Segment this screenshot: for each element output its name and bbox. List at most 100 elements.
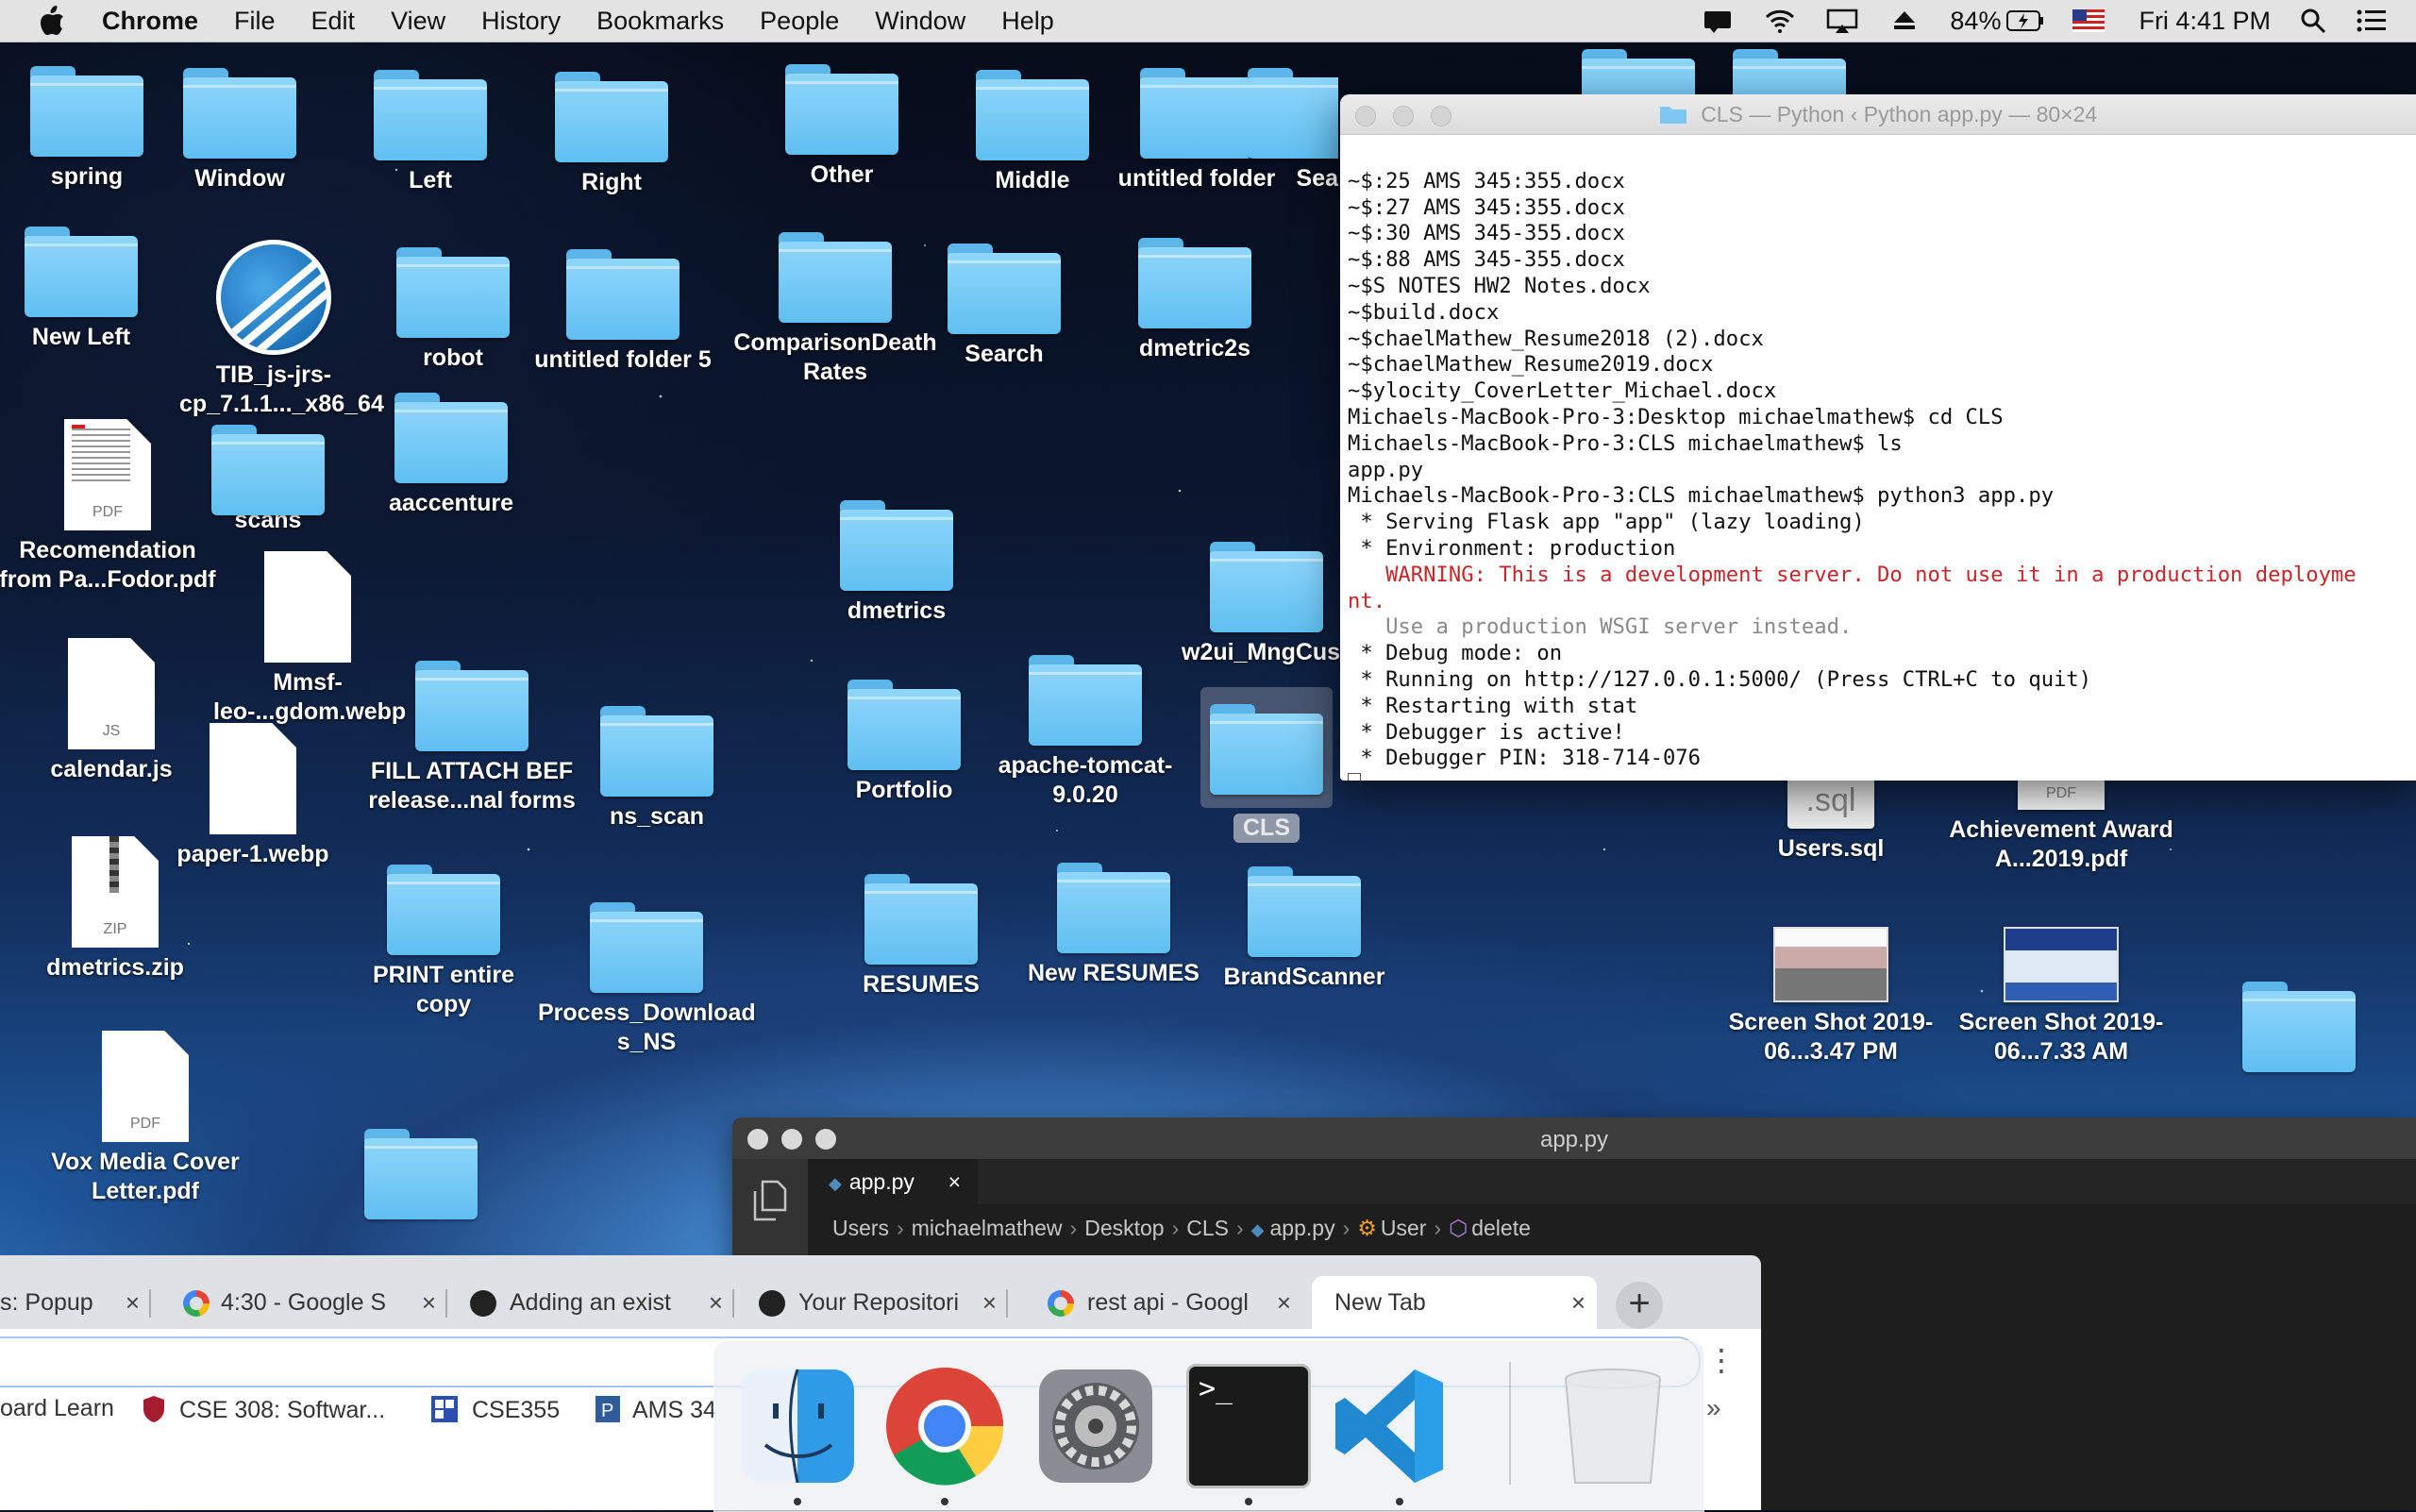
desktop-file-dmetrics-zip[interactable]: ZIP dmetrics.zip	[21, 836, 210, 983]
system-preferences-icon[interactable]	[1033, 1364, 1158, 1488]
desktop-folder-window[interactable]: Window	[145, 68, 334, 193]
folder-icon	[415, 661, 528, 751]
chrome-menu-button[interactable]: ⋮	[1706, 1342, 1736, 1378]
desktop-folder-w2ui[interactable]: w2ui_MngCusto r	[1182, 542, 1351, 676]
desktop-folder-dmetrics[interactable]: dmetrics	[802, 500, 991, 626]
desktop-folder-print-entire[interactable]: PRINT entire copy	[349, 865, 538, 1019]
chrome-tab[interactable]: rest api - Googl ×	[1029, 1276, 1302, 1329]
breadcrumb-item[interactable]: delete	[1471, 1216, 1531, 1240]
chrome-icon[interactable]	[882, 1364, 1007, 1488]
desktop-folder-ns-scan[interactable]: ns_scan	[562, 706, 751, 832]
new-tab-button[interactable]: +	[1616, 1282, 1663, 1329]
menu-people[interactable]: People	[760, 7, 839, 36]
folder-icon	[600, 706, 713, 797]
breadcrumb-item[interactable]: User	[1381, 1216, 1427, 1240]
desktop-file-achievement-pdf[interactable]: PDF Achievement Award A...2019.pdf	[1948, 772, 2174, 874]
us-flag-icon[interactable]	[2072, 9, 2106, 32]
menu-edit[interactable]: Edit	[311, 7, 356, 36]
close-tab-button[interactable]: ×	[422, 1276, 436, 1329]
bookmark-item[interactable]: oard Learn	[0, 1395, 114, 1422]
tab-close-button[interactable]: ×	[948, 1159, 961, 1204]
battery-icon[interactable]	[2006, 10, 2044, 31]
breadcrumb-item[interactable]: app.py	[1270, 1216, 1335, 1240]
desktop-folder-left[interactable]: Left	[336, 70, 525, 195]
menu-window[interactable]: Window	[875, 7, 965, 36]
close-tab-button[interactable]: ×	[126, 1276, 140, 1329]
desktop-folder-other[interactable]: Other	[747, 64, 936, 190]
airplay-icon[interactable]	[1825, 8, 1859, 34]
close-tab-button[interactable]: ×	[982, 1276, 997, 1329]
wifi-icon[interactable]	[1763, 8, 1797, 34]
icon-label: dmetrics.zip	[46, 954, 184, 981]
desktop-folder-portfolio[interactable]: Portfolio	[810, 680, 998, 805]
desktop-folder-right-partial[interactable]	[2205, 982, 2393, 1072]
terminal-window[interactable]: CLS — Python ‹ Python app.py — 80×24 ~$:…	[1340, 94, 2416, 781]
notification-center-icon[interactable]	[2356, 8, 2388, 34]
menu-help[interactable]: Help	[1001, 7, 1054, 36]
desktop-folder-scans[interactable]: scans	[174, 425, 362, 535]
desktop-folder-middle[interactable]: Middle	[938, 70, 1127, 195]
desktop-file-vox-media-pdf[interactable]: PDF Vox Media Cover Letter.pdf	[23, 1031, 268, 1206]
trash-icon[interactable]	[1551, 1364, 1675, 1488]
desktop-folder-right[interactable]: Right	[517, 72, 706, 197]
eject-icon[interactable]	[1888, 8, 1921, 34]
desktop-folder-search-partial[interactable]: Sea	[1248, 68, 1338, 193]
battery-percent[interactable]: 84%	[1950, 7, 2001, 36]
icon-label: Screen Shot 2019-06...3.47 PM	[1728, 1009, 1934, 1065]
chrome-tab[interactable]: Adding an exist ×	[449, 1276, 734, 1329]
desktop-folder-dmetric2s[interactable]: dmetric2s	[1100, 238, 1289, 363]
terminal-app-icon[interactable]: >_	[1186, 1364, 1311, 1488]
desktop-file-users-sql[interactable]: .sql Users.sql	[1736, 772, 1925, 864]
chrome-tab[interactable]: s: Popup ×	[0, 1276, 151, 1329]
menu-file[interactable]: File	[234, 7, 276, 36]
breadcrumb-item[interactable]: Users	[832, 1216, 889, 1240]
desktop-folder-brandscanner[interactable]: BrandScanner	[1210, 866, 1399, 992]
icon-label: Other	[810, 161, 874, 188]
desktop-folder-untitled-5[interactable]: untitled folder 5	[528, 249, 717, 375]
bookmarks-overflow-button[interactable]: »	[1706, 1393, 1721, 1423]
terminal-output[interactable]: ~$:25 AMS 345:355.docx ~$:27 AMS 345:355.…	[1340, 135, 2416, 781]
menu-app-name[interactable]: Chrome	[102, 7, 198, 36]
desktop-folder-search[interactable]: Search	[910, 244, 1099, 369]
spotlight-search-icon[interactable]	[2299, 7, 2327, 35]
terminal-line: ~$:27 AMS 345:355.docx	[1348, 194, 1625, 220]
tab-app-py[interactable]: ◆ app.py ×	[808, 1159, 978, 1204]
explorer-icon[interactable]	[751, 1180, 789, 1221]
breadcrumb-item[interactable]: Desktop	[1084, 1216, 1164, 1240]
vscode-titlebar[interactable]: app.py	[732, 1117, 2416, 1159]
desktop-folder-robot[interactable]: robot	[359, 247, 547, 373]
chrome-tab-active[interactable]: New Tab ×	[1312, 1276, 1597, 1329]
bookmark-item[interactable]: CSE355	[430, 1395, 560, 1424]
desktop-folder-apache-tomcat[interactable]: apache-tomcat-9.0.20	[991, 655, 1180, 810]
desktop-folder-new-left[interactable]: New Left	[0, 227, 176, 352]
bookmark-item[interactable]: CSE 308: Softwar...	[142, 1395, 385, 1424]
close-tab-button[interactable]: ×	[1571, 1276, 1586, 1329]
close-tab-button[interactable]: ×	[709, 1276, 723, 1329]
finder-icon[interactable]	[735, 1364, 860, 1488]
desktop-folder-process-downloads[interactable]: Process_Download s_NS	[538, 902, 756, 1057]
desktop-folder-fill-attach[interactable]: FILL ATTACH BEF release...nal forms	[359, 661, 585, 815]
menu-bookmarks[interactable]: Bookmarks	[596, 7, 724, 36]
chrome-tab[interactable]: Your Repositori ×	[738, 1276, 1008, 1329]
menu-clock[interactable]: Fri 4:41 PM	[2139, 7, 2271, 36]
desktop-folder-cls-selected[interactable]: CLS	[1191, 687, 1342, 843]
chrome-tab[interactable]: 4:30 - Google S ×	[162, 1276, 447, 1329]
vscode-icon[interactable]	[1328, 1364, 1452, 1488]
desktop-folder-partial[interactable]	[327, 1129, 515, 1219]
breadcrumb-item[interactable]: michaelmathew	[912, 1216, 1063, 1240]
terminal-titlebar[interactable]: CLS — Python ‹ Python app.py — 80×24	[1340, 94, 2416, 135]
google-icon	[183, 1290, 210, 1318]
desktop-folder-resumes[interactable]: RESUMES	[827, 874, 1015, 1000]
bookmark-item[interactable]: P AMS 34	[595, 1395, 716, 1424]
breadcrumb-item[interactable]: CLS	[1186, 1216, 1229, 1240]
menu-view[interactable]: View	[391, 7, 445, 36]
apple-icon[interactable]	[38, 5, 66, 37]
close-tab-button[interactable]: ×	[1277, 1276, 1291, 1329]
menu-history[interactable]: History	[481, 7, 561, 36]
desktop-folder-new-resumes[interactable]: New RESUMES	[1019, 863, 1208, 988]
notification-icon[interactable]	[1701, 8, 1735, 34]
desktop-folder-aaccenture[interactable]: aaccenture	[357, 393, 545, 518]
desktop-app-tib[interactable]: TIB_js-jrs-cp_7.1.1..._x86_64	[179, 240, 384, 419]
desktop-file-screenshot-2[interactable]: Screen Shot 2019-06...7.33 AM	[1948, 927, 2174, 1067]
desktop-file-screenshot-1[interactable]: Screen Shot 2019-06...3.47 PM	[1718, 927, 1944, 1067]
